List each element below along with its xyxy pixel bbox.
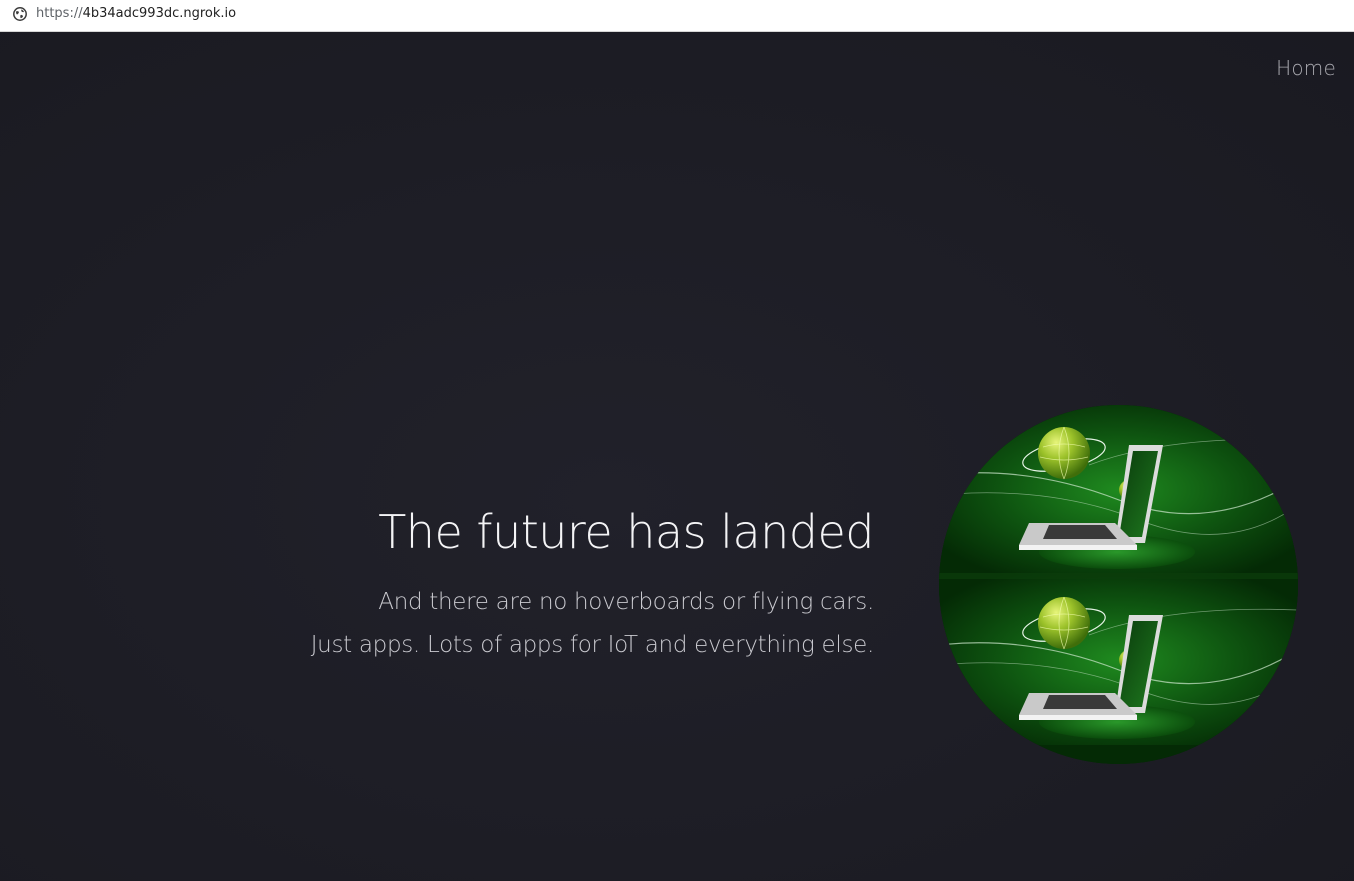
url-scheme: https:// — [36, 6, 83, 21]
nav-home-link[interactable]: Home — [1276, 56, 1336, 80]
landing-page: Home The future has landed And there are… — [0, 33, 1354, 881]
url-text[interactable]: https://4b34adc993dc.ngrok.io — [36, 6, 236, 22]
hero-subtitle-line1: And there are no hoverboards or flying c… — [378, 589, 874, 615]
hero-subtitle-line2: Just apps. Lots of apps for IoT and ever… — [310, 632, 875, 658]
browser-address-bar[interactable]: https://4b34adc993dc.ngrok.io — [0, 0, 1354, 32]
laptop-globe-illustration — [939, 405, 1298, 764]
hero-image — [939, 405, 1298, 764]
globe-icon — [13, 7, 27, 21]
url-host: 4b34adc993dc.ngrok.io — [82, 6, 237, 21]
hero-title: The future has landed — [378, 505, 874, 559]
